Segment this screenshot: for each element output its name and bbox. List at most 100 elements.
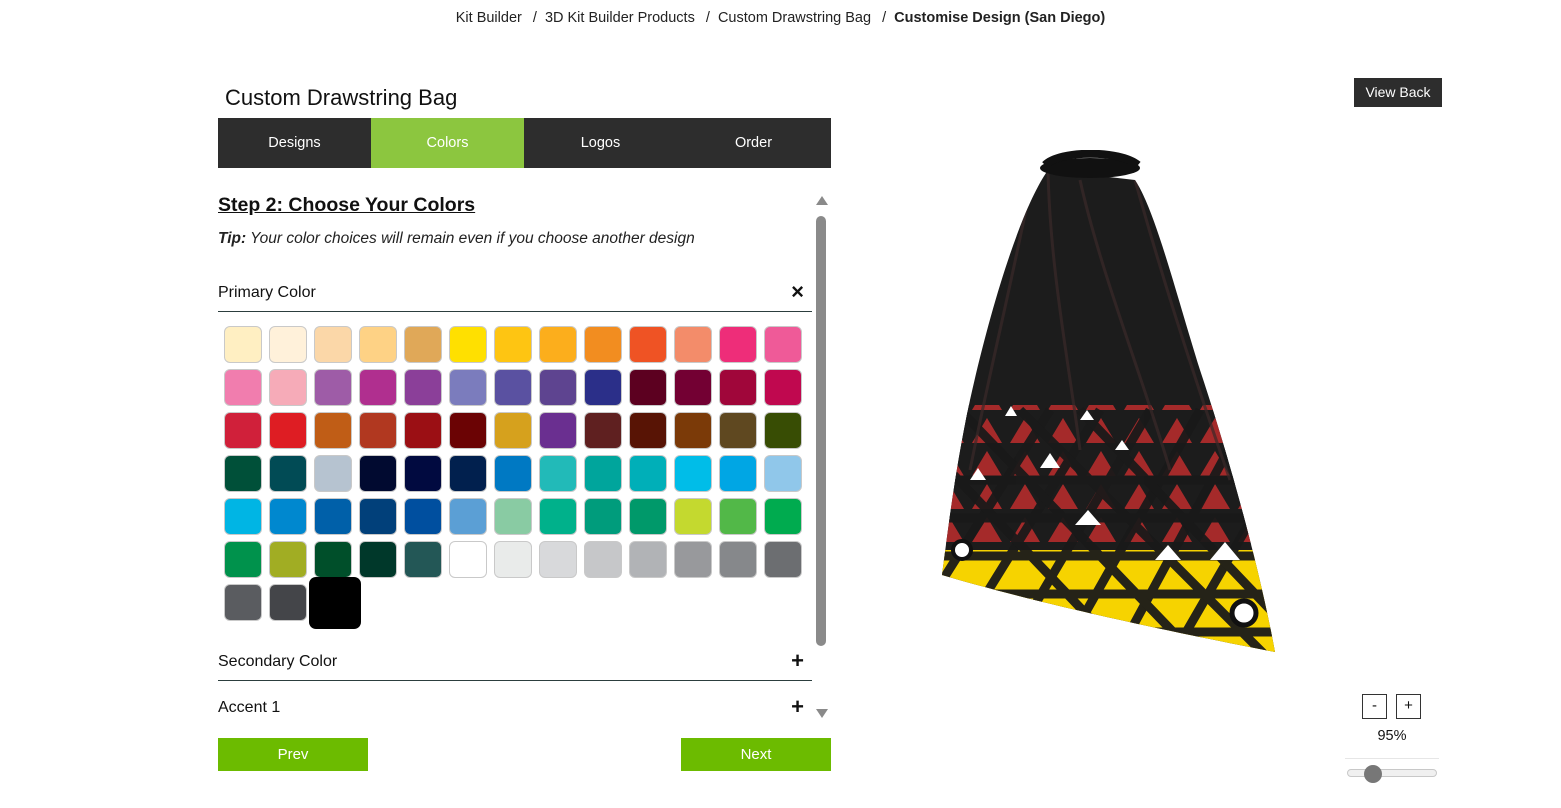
color-swatch[interactable]: [224, 584, 262, 621]
color-swatch[interactable]: [629, 498, 667, 535]
tab-logos[interactable]: Logos: [524, 118, 677, 168]
color-swatch[interactable]: [584, 498, 622, 535]
color-swatch[interactable]: [719, 369, 757, 406]
color-swatch[interactable]: [494, 369, 532, 406]
tab-designs[interactable]: Designs: [218, 118, 371, 168]
color-swatch[interactable]: [269, 455, 307, 492]
color-swatch[interactable]: [629, 455, 667, 492]
color-swatch[interactable]: [584, 541, 622, 578]
color-swatch[interactable]: [359, 412, 397, 449]
color-swatch[interactable]: [539, 369, 577, 406]
tab-order[interactable]: Order: [677, 118, 830, 168]
color-swatch[interactable]: [404, 326, 442, 363]
color-swatch[interactable]: [719, 412, 757, 449]
bag-3d-preview[interactable]: [930, 150, 1280, 660]
color-swatch[interactable]: [584, 412, 622, 449]
color-swatch[interactable]: [539, 326, 577, 363]
color-swatch[interactable]: [359, 455, 397, 492]
zoom-out-button[interactable]: -: [1362, 694, 1387, 719]
color-swatch[interactable]: [764, 455, 802, 492]
color-swatch[interactable]: [494, 498, 532, 535]
color-swatch[interactable]: [224, 455, 262, 492]
color-swatch[interactable]: [359, 498, 397, 535]
color-swatch[interactable]: [674, 498, 712, 535]
panel-scrollbar[interactable]: [814, 192, 829, 720]
color-swatch[interactable]: [314, 541, 352, 578]
color-swatch[interactable]: [629, 541, 667, 578]
color-swatch[interactable]: [719, 498, 757, 535]
color-swatch[interactable]: [764, 326, 802, 363]
color-swatch[interactable]: [224, 541, 262, 578]
tab-colors[interactable]: Colors: [371, 118, 524, 168]
zoom-slider-handle[interactable]: [1363, 765, 1382, 783]
color-swatch[interactable]: [449, 541, 487, 578]
color-swatch[interactable]: [269, 412, 307, 449]
color-swatch[interactable]: [629, 326, 667, 363]
expand-icon[interactable]: +: [791, 648, 804, 674]
primary-color-header[interactable]: Primary Color ×: [218, 275, 812, 312]
color-swatch[interactable]: [719, 455, 757, 492]
color-swatch[interactable]: [674, 326, 712, 363]
color-swatch[interactable]: [584, 326, 622, 363]
color-swatch[interactable]: [764, 498, 802, 535]
color-swatch[interactable]: [674, 412, 712, 449]
breadcrumb-item-kit-builder[interactable]: Kit Builder: [456, 10, 522, 26]
next-button[interactable]: Next: [681, 738, 831, 771]
color-swatch[interactable]: [404, 455, 442, 492]
color-swatch[interactable]: [404, 541, 442, 578]
color-swatch[interactable]: [584, 369, 622, 406]
color-swatch[interactable]: [629, 369, 667, 406]
color-swatch[interactable]: [719, 541, 757, 578]
color-swatch[interactable]: [449, 326, 487, 363]
color-swatch[interactable]: [494, 412, 532, 449]
color-swatch[interactable]: [539, 455, 577, 492]
color-swatch[interactable]: [449, 412, 487, 449]
secondary-color-header[interactable]: Secondary Color +: [218, 644, 812, 681]
view-back-button[interactable]: View Back: [1354, 78, 1442, 107]
collapse-icon[interactable]: ×: [791, 279, 804, 305]
zoom-slider-track[interactable]: [1347, 769, 1437, 777]
color-swatch[interactable]: [674, 541, 712, 578]
color-swatch[interactable]: [269, 326, 307, 363]
color-swatch[interactable]: [674, 455, 712, 492]
color-swatch[interactable]: [584, 455, 622, 492]
color-swatch[interactable]: [764, 412, 802, 449]
color-swatch[interactable]: [449, 369, 487, 406]
color-swatch[interactable]: [764, 369, 802, 406]
color-swatch[interactable]: [269, 541, 307, 578]
color-swatch-selected[interactable]: [309, 577, 361, 629]
color-swatch[interactable]: [359, 369, 397, 406]
color-swatch[interactable]: [719, 326, 757, 363]
color-swatch[interactable]: [404, 498, 442, 535]
scroll-up-arrow-icon[interactable]: [816, 196, 828, 205]
color-swatch[interactable]: [269, 584, 307, 621]
color-swatch[interactable]: [629, 412, 667, 449]
color-swatch[interactable]: [404, 412, 442, 449]
scrollbar-thumb[interactable]: [816, 216, 826, 646]
breadcrumb-item-custom-drawstring-bag[interactable]: Custom Drawstring Bag: [718, 10, 871, 26]
color-swatch[interactable]: [269, 498, 307, 535]
color-swatch[interactable]: [224, 326, 262, 363]
color-swatch[interactable]: [494, 326, 532, 363]
color-swatch[interactable]: [314, 498, 352, 535]
zoom-in-button[interactable]: +: [1396, 694, 1421, 719]
prev-button[interactable]: Prev: [218, 738, 368, 771]
color-swatch[interactable]: [764, 541, 802, 578]
color-swatch[interactable]: [224, 498, 262, 535]
color-swatch[interactable]: [269, 369, 307, 406]
color-swatch[interactable]: [539, 498, 577, 535]
color-swatch[interactable]: [494, 541, 532, 578]
color-swatch[interactable]: [314, 369, 352, 406]
color-swatch[interactable]: [314, 412, 352, 449]
expand-icon[interactable]: +: [791, 694, 804, 720]
color-swatch[interactable]: [224, 412, 262, 449]
scroll-down-arrow-icon[interactable]: [816, 709, 828, 718]
color-swatch[interactable]: [359, 326, 397, 363]
color-swatch[interactable]: [674, 369, 712, 406]
color-swatch[interactable]: [449, 455, 487, 492]
color-swatch[interactable]: [449, 498, 487, 535]
color-swatch[interactable]: [539, 412, 577, 449]
color-swatch[interactable]: [404, 369, 442, 406]
color-swatch[interactable]: [314, 326, 352, 363]
accent-1-header[interactable]: Accent 1 +: [218, 690, 812, 720]
